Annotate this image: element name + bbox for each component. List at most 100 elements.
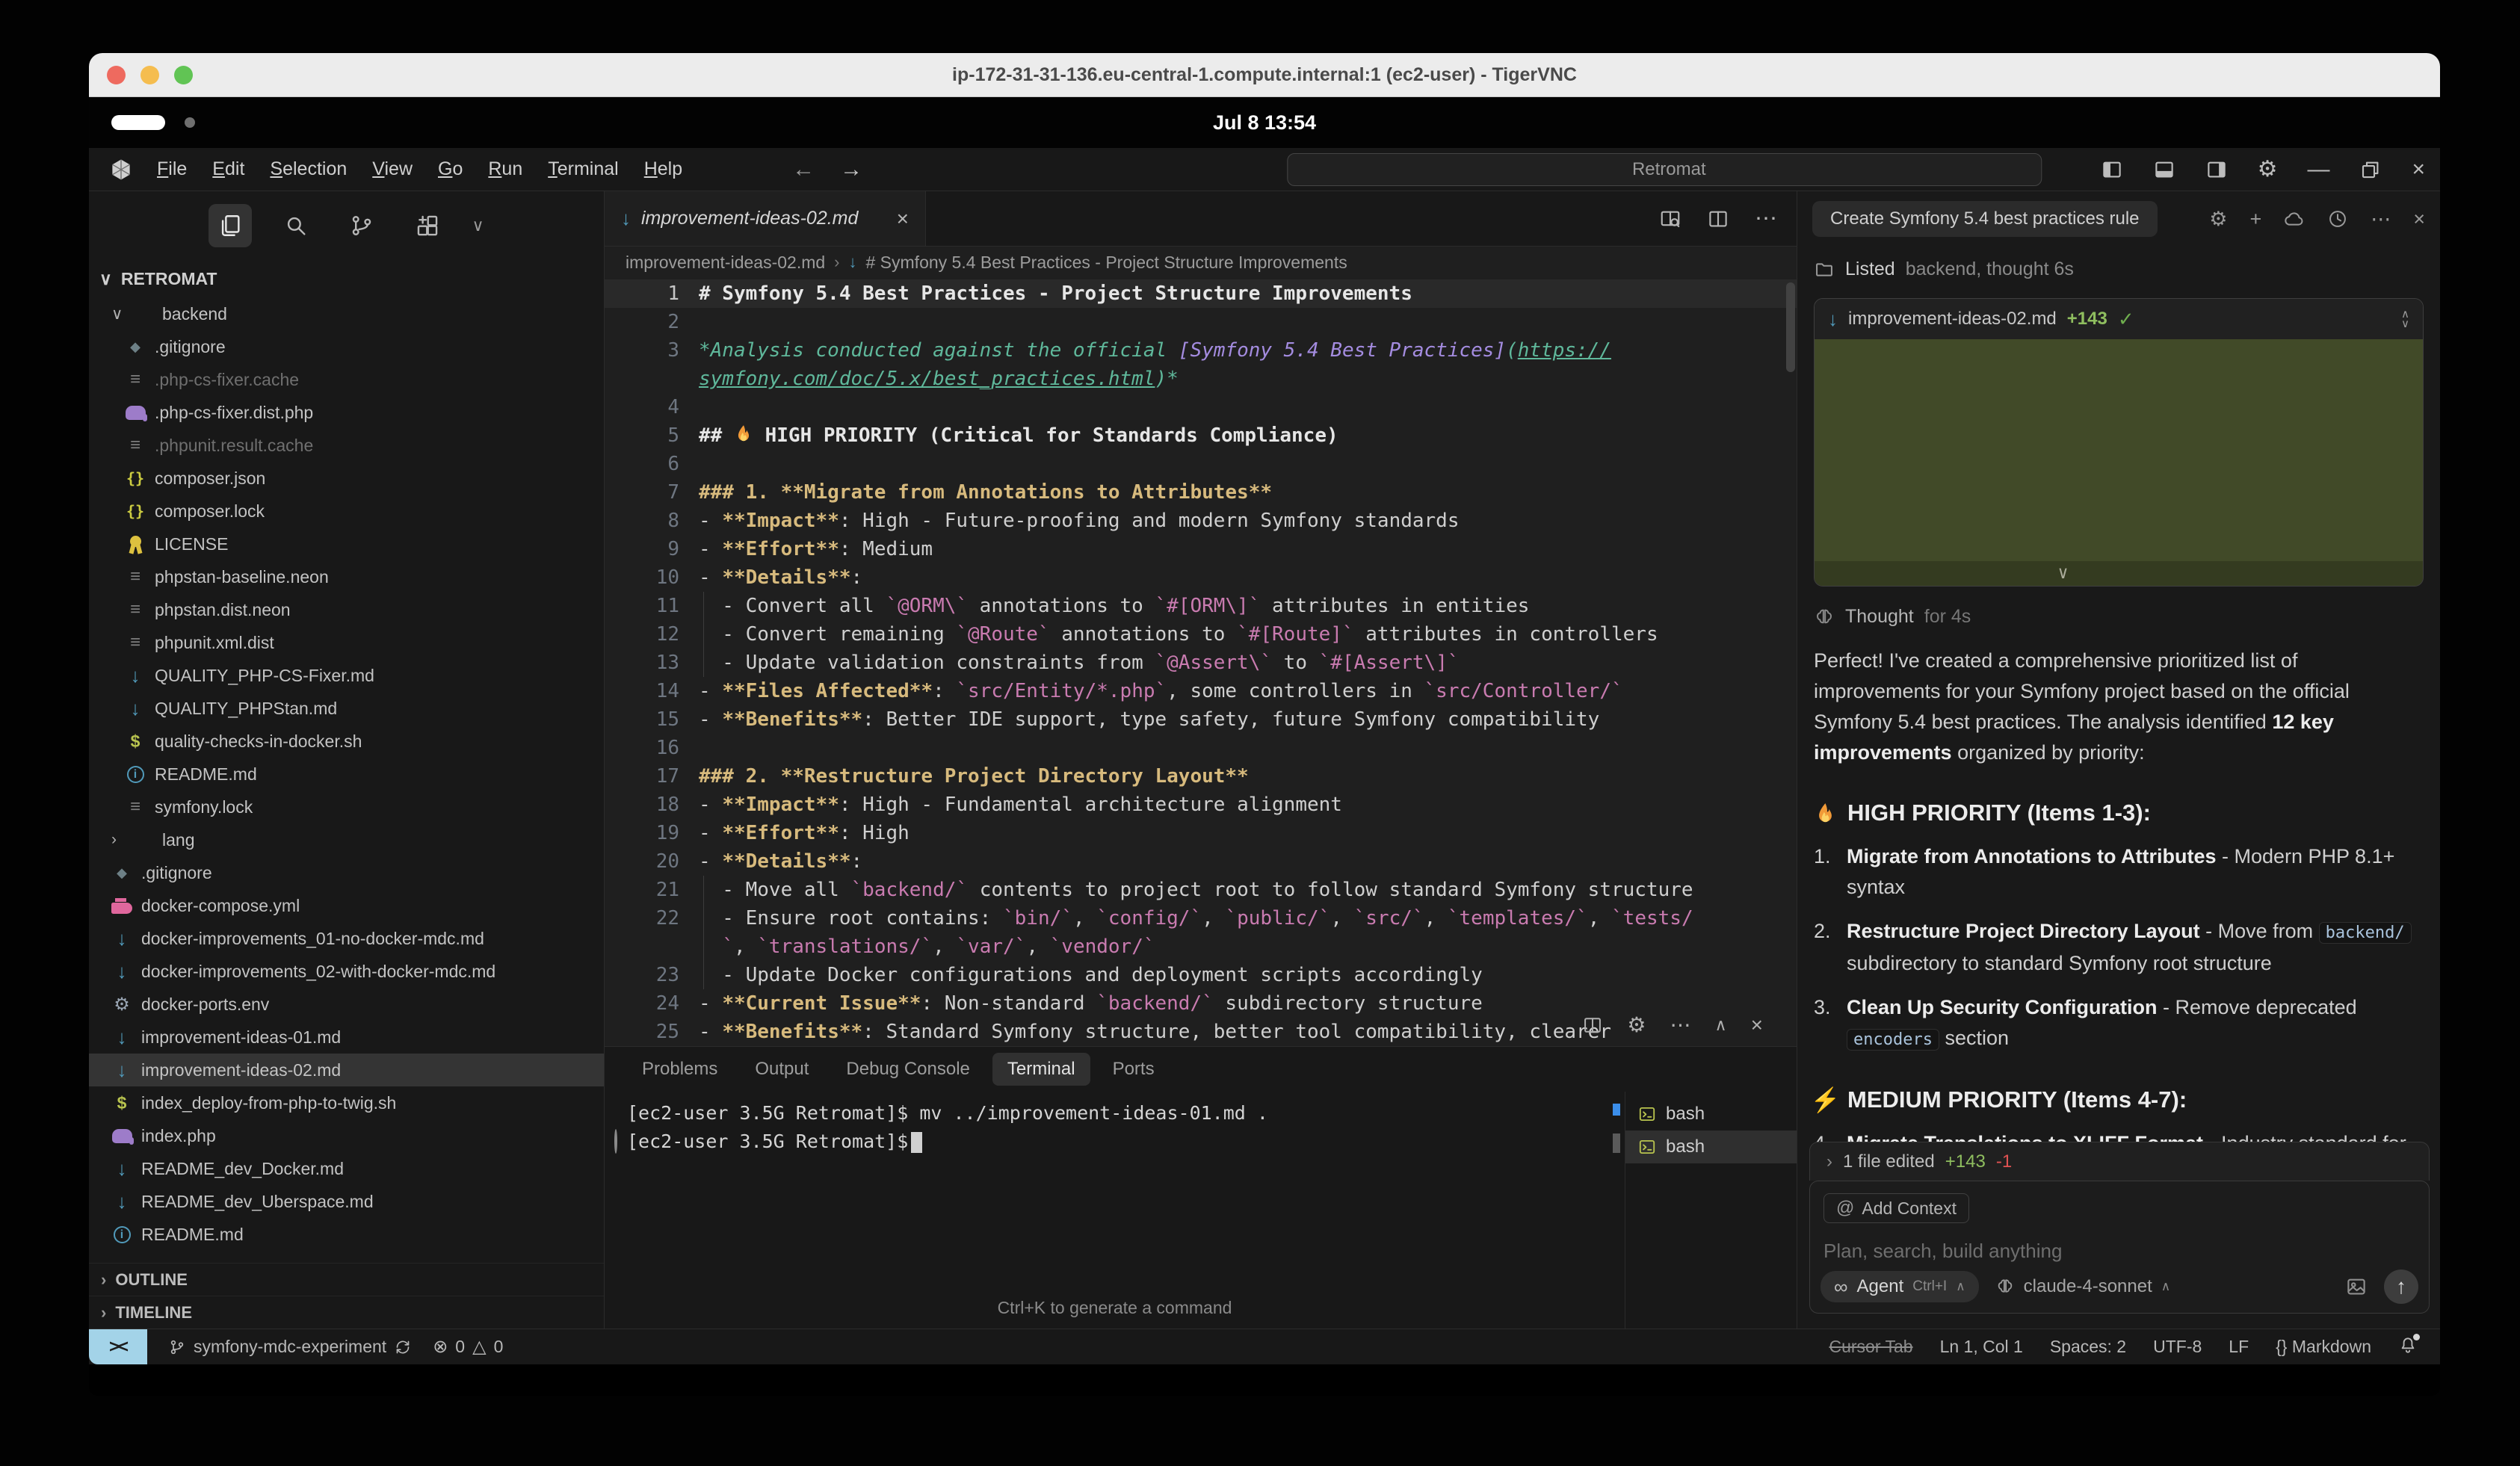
expand-collapse-icon[interactable]: ∧∨ bbox=[2401, 309, 2409, 329]
menu-item[interactable]: Go bbox=[425, 154, 475, 185]
minimize-window-button[interactable] bbox=[140, 66, 159, 84]
notifications-bell-icon[interactable] bbox=[2398, 1335, 2418, 1359]
tree-item[interactable]: ≡ .phpunit.result.cache bbox=[89, 429, 604, 462]
menu-item[interactable]: View bbox=[359, 154, 425, 185]
search-sidebar-icon[interactable] bbox=[274, 204, 318, 247]
panel-maximize-icon[interactable]: ∧ bbox=[1715, 1015, 1727, 1035]
tree-item[interactable]: ≡ .php-cs-fixer.cache bbox=[89, 363, 604, 396]
code-editor[interactable]: 1 # Symfony 5.4 Best Practices - Project… bbox=[605, 278, 1797, 1046]
new-chat-icon[interactable]: + bbox=[2249, 208, 2261, 231]
problems-item[interactable]: ⊗ 0 △ 0 bbox=[433, 1336, 503, 1358]
tree-item[interactable]: › lang bbox=[89, 823, 604, 856]
chat-tab[interactable]: Create Symfony 5.4 best practices rule bbox=[1812, 201, 2158, 237]
chat-close-icon[interactable]: × bbox=[2413, 208, 2425, 231]
panel-close-icon[interactable]: × bbox=[1751, 1013, 1763, 1037]
breadcrumb[interactable]: improvement-ideas-02.md › ↓ # Symfony 5.… bbox=[605, 247, 1797, 278]
chat-more-icon[interactable]: ⋯ bbox=[2371, 208, 2391, 231]
history-clock-icon[interactable] bbox=[2327, 208, 2348, 229]
tree-item[interactable]: {} composer.lock bbox=[89, 495, 604, 528]
menu-item[interactable]: Edit bbox=[200, 154, 257, 185]
remote-indicator[interactable]: >< bbox=[89, 1329, 147, 1364]
tree-item[interactable]: $ index_deploy-from-php-to-twig.sh bbox=[89, 1086, 604, 1119]
layout-bottom-icon[interactable] bbox=[2153, 158, 2175, 181]
model-selector[interactable]: claude-4-sonnet ∧ bbox=[1995, 1276, 2171, 1297]
chat-settings-gear-icon[interactable]: ⚙ bbox=[2209, 208, 2227, 231]
send-button[interactable]: ↑ bbox=[2384, 1269, 2418, 1304]
back-icon[interactable]: ← bbox=[792, 157, 815, 182]
tree-item[interactable]: $ quality-checks-in-docker.sh bbox=[89, 725, 604, 758]
panel-tab[interactable]: Output bbox=[740, 1053, 824, 1086]
diff-card-header[interactable]: ↓ improvement-ideas-02.md +143 ✓ ∧∨ bbox=[1815, 299, 2423, 339]
activity-more-icon[interactable]: ∨ bbox=[472, 216, 484, 235]
command-center-search[interactable]: Retromat bbox=[1287, 153, 2042, 186]
image-icon[interactable] bbox=[2345, 1275, 2368, 1298]
activities-pill[interactable] bbox=[111, 115, 165, 130]
tree-item[interactable]: ◆ .gitignore bbox=[89, 330, 604, 363]
tree-item[interactable]: {} composer.json bbox=[89, 462, 604, 495]
menu-item[interactable]: Selection bbox=[257, 154, 359, 185]
git-branch-item[interactable]: symfony-mdc-experiment bbox=[168, 1337, 412, 1357]
editor-scrollbar[interactable] bbox=[1786, 282, 1795, 372]
gnome-clock[interactable]: Jul 8 13:54 bbox=[1213, 111, 1316, 134]
menu-item[interactable]: Run bbox=[475, 154, 535, 185]
thought-line[interactable]: Thought for 4s bbox=[1814, 606, 2424, 628]
tree-item[interactable]: ≡ phpstan-baseline.neon bbox=[89, 560, 604, 593]
layout-right-icon[interactable] bbox=[2205, 158, 2228, 181]
terminal-list-item[interactable]: bash bbox=[1625, 1131, 1797, 1163]
panel-tab[interactable]: Debug Console bbox=[831, 1053, 984, 1086]
panel-tab[interactable]: Ports bbox=[1098, 1053, 1170, 1086]
close-window-button[interactable] bbox=[107, 66, 126, 84]
tree-item[interactable]: ≡ symfony.lock bbox=[89, 791, 604, 823]
zoom-window-button[interactable] bbox=[174, 66, 193, 84]
tree-item[interactable]: ≡ phpunit.xml.dist bbox=[89, 626, 604, 659]
minimize-icon[interactable]: — bbox=[2307, 157, 2329, 182]
tree-item[interactable]: ◆ .gitignore bbox=[89, 856, 604, 889]
split-terminal-icon[interactable] bbox=[1582, 1015, 1603, 1036]
source-control-icon[interactable] bbox=[340, 204, 383, 247]
tree-item[interactable]: i README.md bbox=[89, 1218, 604, 1251]
language-indicator[interactable]: {} Markdown bbox=[2276, 1337, 2371, 1357]
cursor-tab-toggle[interactable]: Cursor Tab bbox=[1829, 1337, 1912, 1357]
add-context-button[interactable]: @ Add Context bbox=[1823, 1193, 1969, 1223]
menu-item[interactable]: Terminal bbox=[535, 154, 631, 185]
eol-indicator[interactable]: LF bbox=[2229, 1337, 2249, 1357]
encoding-indicator[interactable]: UTF-8 bbox=[2153, 1337, 2202, 1357]
close-icon[interactable]: × bbox=[2412, 157, 2425, 182]
tree-item[interactable]: ⚙ docker-ports.env bbox=[89, 988, 604, 1021]
tree-item[interactable]: ↓ improvement-ideas-01.md bbox=[89, 1021, 604, 1054]
line-col-indicator[interactable]: Ln 1, Col 1 bbox=[1940, 1337, 2023, 1357]
tree-item[interactable]: ↓ QUALITY_PHPStan.md bbox=[89, 692, 604, 725]
tree-item[interactable]: ↓ improvement-ideas-02.md bbox=[89, 1054, 604, 1086]
more-actions-icon[interactable]: ⋯ bbox=[1755, 205, 1777, 232]
panel-tab[interactable]: Problems bbox=[627, 1053, 732, 1086]
terminal[interactable]: [ec2-user 3.5G Retromat]$ mv ../improvem… bbox=[605, 1092, 1625, 1329]
tree-item[interactable]: ↓ docker-improvements_02-with-docker-mdc… bbox=[89, 955, 604, 988]
terminal-list-item[interactable]: bash bbox=[1625, 1098, 1797, 1131]
spaces-indicator[interactable]: Spaces: 2 bbox=[2050, 1337, 2126, 1357]
open-preview-icon[interactable] bbox=[1659, 208, 1681, 230]
tree-item[interactable]: ↓ README_dev_Uberspace.md bbox=[89, 1185, 604, 1218]
sidebar-section-header[interactable]: › TIMELINE bbox=[89, 1296, 604, 1329]
menu-item[interactable]: Help bbox=[631, 154, 695, 185]
tree-item[interactable]: docker-compose.yml bbox=[89, 889, 604, 922]
explorer-icon[interactable] bbox=[209, 204, 252, 247]
forward-icon[interactable]: → bbox=[840, 157, 862, 182]
tree-item[interactable]: ≡ phpstan.dist.neon bbox=[89, 593, 604, 626]
tree-item[interactable]: ↓ QUALITY_PHP-CS-Fixer.md bbox=[89, 659, 604, 692]
extensions-icon[interactable] bbox=[406, 204, 449, 247]
split-editor-icon[interactable] bbox=[1707, 208, 1729, 230]
explorer-root-header[interactable]: ∨ RETROMAT bbox=[89, 260, 604, 297]
tree-item[interactable]: index.php bbox=[89, 1119, 604, 1152]
chat-input[interactable]: @ Add Context Plan, search, build anythi… bbox=[1809, 1181, 2430, 1314]
tool-call-line[interactable]: Listed backend, thought 6s bbox=[1814, 259, 2424, 280]
tree-item[interactable]: ∨ backend bbox=[89, 297, 604, 330]
settings-gear-icon[interactable]: ⚙ bbox=[2258, 156, 2278, 182]
agent-mode-selector[interactable]: ∞ Agent Ctrl+I ∧ bbox=[1820, 1271, 1979, 1302]
tree-item[interactable]: ↓ README_dev_Docker.md bbox=[89, 1152, 604, 1185]
panel-tab[interactable]: Terminal bbox=[992, 1053, 1090, 1086]
terminal-settings-gear-icon[interactable]: ⚙ bbox=[1627, 1012, 1646, 1037]
sidebar-section-header[interactable]: › OUTLINE bbox=[89, 1263, 604, 1296]
tree-item[interactable]: i README.md bbox=[89, 758, 604, 791]
restore-icon[interactable] bbox=[2359, 158, 2382, 181]
menu-item[interactable]: File bbox=[144, 154, 200, 185]
